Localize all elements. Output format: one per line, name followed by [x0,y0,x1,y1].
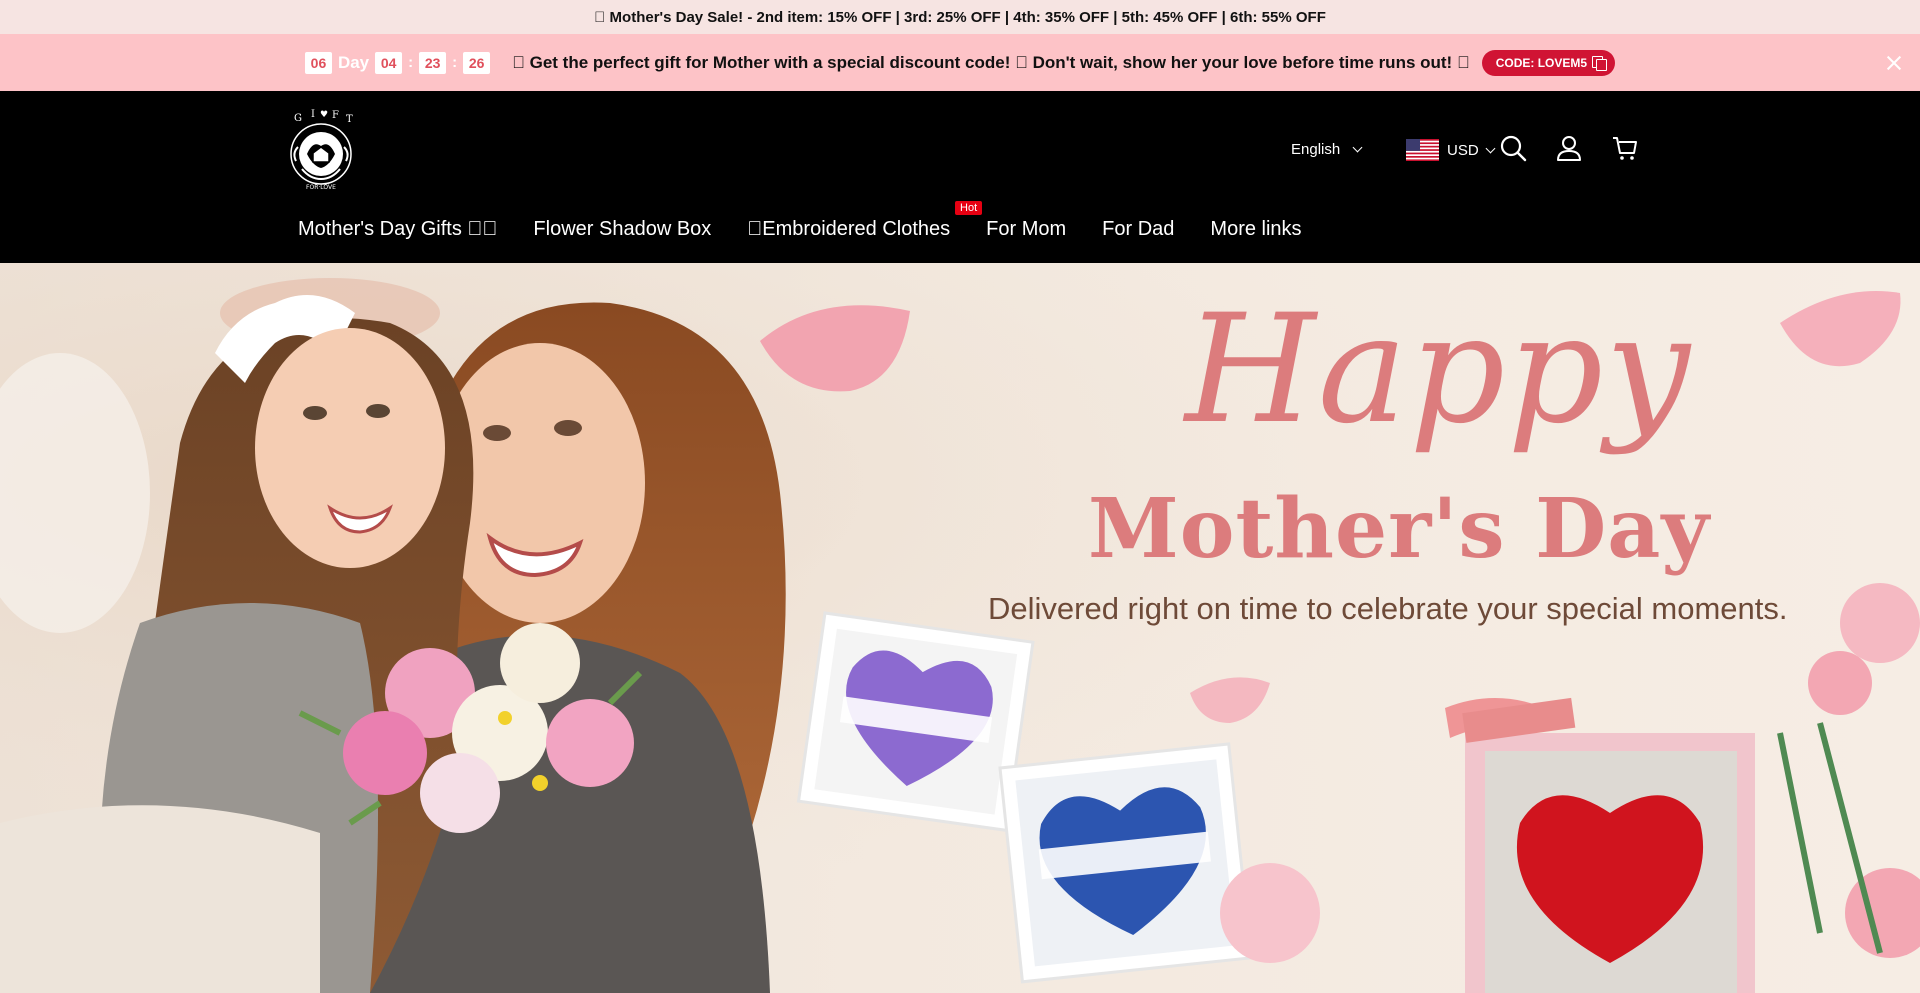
hero-subtitle: Delivered right on time to celebrate you… [988,591,1788,626]
svg-text:F: F [332,110,339,121]
nav-item-mothers-day-gifts[interactable]: Mother's Day Gifts    [298,218,497,241]
nav-item-label:  Embroidered Clothes [747,218,951,240]
chevron-down-icon [1352,142,1363,153]
svg-text:G: G [294,113,302,124]
copy-code-button[interactable]: CODE: LOVEM5 [1481,49,1616,76]
nav-item-more-links[interactable]: More links [1210,218,1301,241]
countdown-days: 06 [304,51,332,74]
promo-message:   Get the perfect gift for Mother with a… [512,52,1470,72]
svg-text:T: T [346,114,353,125]
language-selector[interactable]: English [1291,141,1363,158]
search-icon[interactable] [1498,133,1528,163]
main-nav: Mother's Day Gifts    Flower Shadow Box … [298,201,1302,241]
svg-text:I: I [311,109,315,120]
us-flag-icon [1406,139,1439,161]
promo-bar: 06 Day 04 : 23 : 26   Get the perfect gi… [0,34,1920,91]
code-label: CODE: LOVEM5 [1495,55,1588,70]
close-icon[interactable] [1884,53,1904,73]
logo[interactable]: G I ♥ F T FOR·LOVE [280,109,362,191]
nav-item-embroidered-clothes[interactable]:  Embroidered Clothes Hot [747,201,983,241]
hero-banner[interactable]: Happy Mother's Day Delivered right on ti… [0,263,1920,993]
countdown-minutes: 23 [419,51,447,74]
countdown-day-label: Day [337,52,370,72]
cart-icon[interactable] [1610,133,1640,163]
countdown-seconds: 26 [463,51,491,74]
copy-icon [1592,56,1608,71]
hero-title-script: Happy [1185,283,1693,457]
site-header: G I ♥ F T FOR·LOVE English USD Mother's … [0,91,1920,263]
announcement-text:   Mother's Day Sale! - 2nd item: 15% OFF… [594,8,1326,26]
svg-text:FOR·LOVE: FOR·LOVE [306,184,336,191]
hot-badge: Hot [955,201,983,215]
nav-item-flower-shadow-box[interactable]: Flower Shadow Box [533,218,711,241]
currency-selector[interactable]: USD [1406,139,1496,161]
nav-item-for-dad[interactable]: For Dad [1102,218,1174,241]
hero-title: Mother's Day [1088,481,1711,577]
announcement-bar:   Mother's Day Sale! - 2nd item: 15% OFF… [0,0,1920,34]
countdown-hours: 04 [375,51,403,74]
nav-item-for-mom[interactable]: For Mom [986,218,1066,241]
currency-label: USD [1447,141,1479,159]
language-label: English [1291,141,1341,158]
countdown-separator: : [452,54,458,71]
account-icon[interactable] [1554,133,1584,163]
svg-text:♥: ♥ [320,110,328,120]
countdown-separator: : [408,54,414,71]
chevron-down-icon [1485,143,1496,153]
countdown-timer: 06 Day 04 : 23 : 26 [304,51,491,74]
